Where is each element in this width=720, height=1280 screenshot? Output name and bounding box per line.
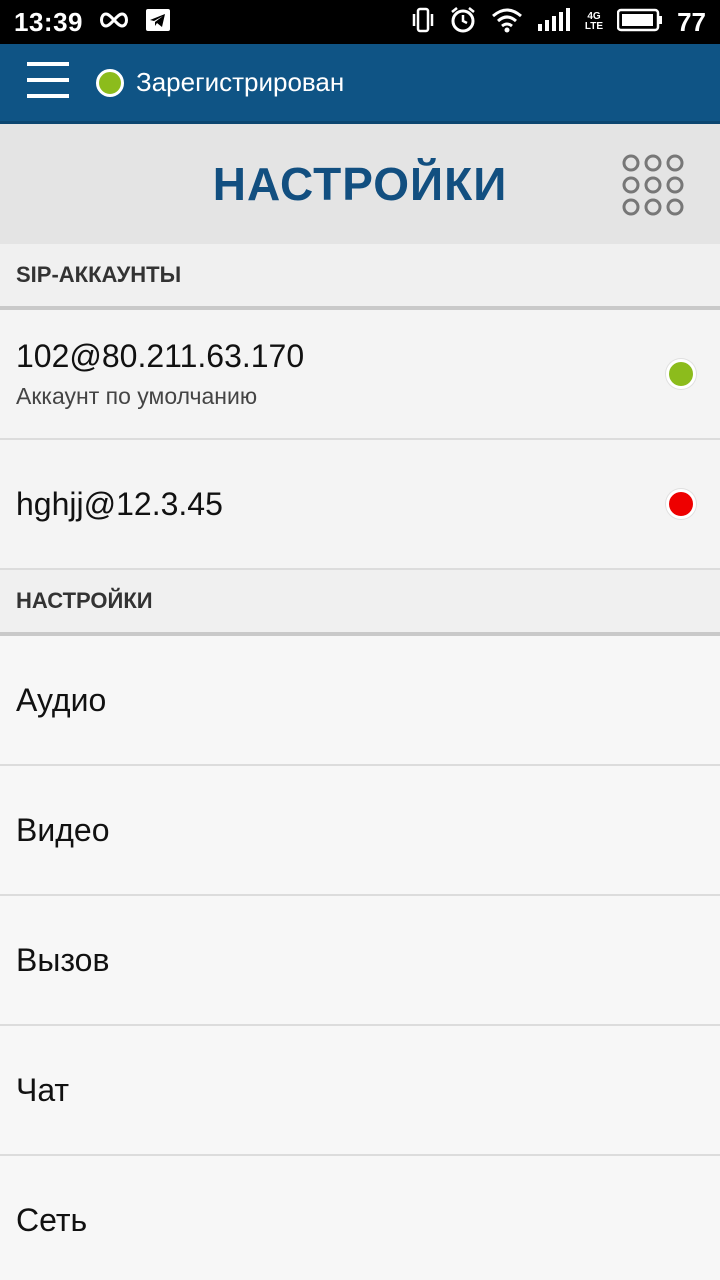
settings-list: SIP-АККАУНТЫ 102@80.211.63.170 Аккаунт п…	[0, 244, 720, 1280]
status-bar-right: 4G LTE 77	[411, 6, 706, 39]
account-row[interactable]: 102@80.211.63.170 Аккаунт по умолчанию	[0, 310, 720, 440]
infinity-icon	[97, 10, 131, 35]
section-header-settings: НАСТРОЙКИ	[0, 570, 720, 636]
account-status-dot	[666, 489, 696, 519]
section-header-accounts: SIP-АККАУНТЫ	[0, 244, 720, 310]
registration-status: Зарегистрирован	[96, 67, 344, 98]
account-status-dot	[666, 359, 696, 389]
network-type-bottom: LTE	[584, 21, 604, 32]
settings-item-label: Видео	[16, 811, 110, 848]
account-subtitle: Аккаунт по умолчанию	[16, 383, 258, 409]
hamburger-icon	[27, 60, 69, 105]
status-bar: 13:39 4G LTE 77	[0, 0, 720, 44]
network-type: 4G LTE	[585, 12, 603, 32]
settings-item-label: Сеть	[16, 1201, 88, 1238]
alarm-icon	[449, 6, 477, 39]
wifi-icon	[491, 7, 523, 38]
registration-status-dot	[96, 68, 124, 97]
settings-item-video[interactable]: Видео	[0, 766, 720, 896]
status-bar-left: 13:39	[14, 7, 171, 38]
telegram-icon	[145, 8, 171, 37]
account-name: hghjj@12.3.45	[16, 485, 223, 522]
settings-item-label: Вызов	[16, 941, 110, 978]
battery-level: 77	[677, 6, 706, 37]
account-name: 102@80.211.63.170	[16, 338, 305, 374]
account-text: 102@80.211.63.170 Аккаунт по умолчанию	[16, 338, 304, 410]
title-bar: НАСТРОЙКИ	[0, 124, 720, 244]
signal-icon	[537, 7, 571, 37]
page-title: НАСТРОЙКИ	[212, 158, 508, 210]
settings-item-label: Аудио	[16, 681, 107, 718]
section-header-label: SIP-АККАУНТЫ	[16, 262, 182, 287]
vibrate-icon	[411, 7, 435, 38]
account-text: hghjj@12.3.45	[16, 486, 223, 523]
dialpad-button[interactable]	[620, 152, 686, 218]
settings-item-call[interactable]: Вызов	[0, 896, 720, 1026]
battery-icon	[616, 8, 663, 37]
account-row[interactable]: hghjj@12.3.45	[0, 440, 720, 570]
settings-item-audio[interactable]: Аудио	[0, 636, 720, 766]
app-bar: Зарегистрирован	[0, 44, 720, 124]
settings-item-label: Чат	[16, 1071, 70, 1108]
dialpad-icon	[620, 154, 686, 222]
menu-button[interactable]	[0, 43, 96, 123]
registration-status-label: Зарегистрирован	[136, 67, 345, 97]
section-header-label: НАСТРОЙКИ	[16, 588, 153, 613]
settings-item-chat[interactable]: Чат	[0, 1026, 720, 1156]
status-time: 13:39	[14, 6, 83, 37]
settings-item-network[interactable]: Сеть	[0, 1156, 720, 1280]
